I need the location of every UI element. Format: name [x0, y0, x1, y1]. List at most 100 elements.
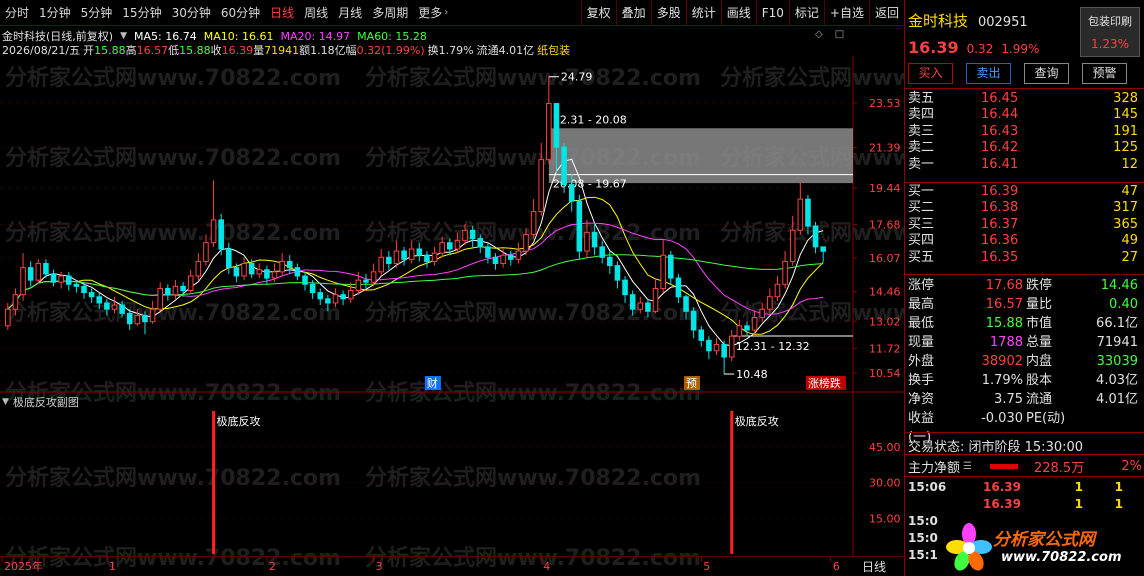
- candle[interactable]: [431, 246, 438, 266]
- candle[interactable]: [576, 194, 583, 260]
- candle[interactable]: [226, 242, 232, 274]
- candle[interactable]: [812, 221, 819, 254]
- period-tab[interactable]: 5分钟: [76, 0, 118, 26]
- candle[interactable]: [614, 261, 621, 289]
- candle[interactable]: [744, 321, 750, 337]
- book-row[interactable]: 卖四 16.44 145: [905, 107, 1144, 123]
- candle[interactable]: [408, 240, 415, 264]
- book-row[interactable]: 买一 16.39 47: [905, 184, 1144, 200]
- candle[interactable]: [401, 246, 407, 266]
- candle[interactable]: [599, 240, 605, 264]
- candle[interactable]: [218, 213, 224, 256]
- candle[interactable]: [721, 340, 727, 375]
- candle[interactable]: [462, 224, 468, 245]
- candle[interactable]: [50, 269, 57, 287]
- candle[interactable]: [637, 296, 644, 314]
- candle[interactable]: [104, 298, 110, 316]
- alert-button[interactable]: 预警: [1082, 63, 1127, 84]
- toolbar-button[interactable]: 画线: [720, 0, 756, 26]
- candle[interactable]: [439, 236, 445, 258]
- candle[interactable]: [485, 242, 491, 264]
- candle[interactable]: [492, 253, 499, 270]
- toolbar-button[interactable]: F10: [755, 0, 789, 26]
- candle[interactable]: [65, 271, 72, 291]
- list-icon[interactable]: ☰: [963, 461, 972, 472]
- book-row[interactable]: 买三 16.37 365: [905, 217, 1144, 233]
- candle[interactable]: [591, 224, 598, 256]
- event-flag[interactable]: 涨榜跌: [805, 376, 846, 390]
- signal-bar[interactable]: [730, 411, 734, 554]
- candle[interactable]: [363, 273, 369, 289]
- candle[interactable]: [767, 288, 773, 314]
- toolbar-button[interactable]: 多股: [650, 0, 686, 26]
- candle[interactable]: [538, 143, 545, 216]
- candle[interactable]: [157, 282, 164, 312]
- book-row[interactable]: 卖三 16.43 191: [905, 124, 1144, 140]
- candle[interactable]: [675, 273, 682, 303]
- maximize-icon[interactable]: □: [835, 29, 844, 40]
- candle[interactable]: [20, 253, 26, 301]
- candle[interactable]: [690, 307, 697, 339]
- period-tab[interactable]: 周线: [299, 0, 333, 26]
- candle[interactable]: [797, 182, 804, 235]
- candle[interactable]: [820, 246, 826, 262]
- candle[interactable]: [424, 251, 430, 268]
- candle[interactable]: [142, 311, 148, 335]
- toolbar-button[interactable]: 标记: [788, 0, 824, 26]
- candle[interactable]: [340, 290, 346, 306]
- candle[interactable]: [507, 251, 514, 266]
- candle[interactable]: [187, 269, 194, 293]
- candle[interactable]: [111, 296, 118, 314]
- candle[interactable]: [35, 259, 42, 285]
- candle[interactable]: [667, 251, 674, 285]
- candle[interactable]: [645, 298, 651, 318]
- period-tab[interactable]: 更多: [413, 0, 447, 26]
- sector-box[interactable]: 包装印刷 1.23%: [1080, 7, 1140, 57]
- buy-button[interactable]: 买入: [908, 63, 953, 84]
- chevron-right-icon[interactable]: ›: [444, 7, 448, 18]
- candle[interactable]: [88, 288, 95, 303]
- candle[interactable]: [378, 248, 384, 276]
- candle[interactable]: [660, 238, 666, 293]
- candle[interactable]: [652, 278, 659, 314]
- book-row[interactable]: 卖一 16.41 12: [905, 157, 1144, 173]
- candle[interactable]: [386, 251, 392, 270]
- candle[interactable]: [728, 329, 735, 362]
- period-tab[interactable]: 15分钟: [117, 0, 166, 26]
- period-tab[interactable]: 日线: [265, 0, 299, 26]
- chevron-down-icon[interactable]: ▼: [120, 31, 127, 41]
- candle[interactable]: [256, 263, 263, 279]
- candle[interactable]: [523, 228, 529, 256]
- candle[interactable]: [683, 294, 689, 320]
- candle[interactable]: [469, 226, 476, 247]
- candle[interactable]: [294, 263, 301, 281]
- candle[interactable]: [805, 194, 811, 235]
- candle[interactable]: [774, 275, 781, 301]
- candle[interactable]: [515, 242, 522, 264]
- candle[interactable]: [713, 338, 720, 355]
- candle[interactable]: [347, 282, 354, 303]
- period-tab[interactable]: 分时: [0, 0, 34, 26]
- candle[interactable]: [546, 76, 552, 164]
- sell-button[interactable]: 卖出: [966, 63, 1011, 84]
- toolbar-button[interactable]: +自选: [823, 0, 869, 26]
- candle[interactable]: [126, 309, 133, 330]
- candle[interactable]: [96, 292, 103, 310]
- signal-bar[interactable]: [212, 411, 216, 554]
- event-flag[interactable]: 财: [424, 376, 441, 390]
- candle[interactable]: [332, 288, 339, 308]
- book-row[interactable]: 卖五 16.45 328: [905, 91, 1144, 107]
- book-row[interactable]: 买四 16.36 49: [905, 233, 1144, 249]
- book-row[interactable]: 买五 16.35 27: [905, 250, 1144, 266]
- toolbar-button[interactable]: 返回: [868, 0, 904, 26]
- candle[interactable]: [27, 261, 34, 287]
- toolbar-button[interactable]: 复权: [580, 0, 616, 26]
- candle[interactable]: [172, 280, 179, 299]
- candle[interactable]: [302, 271, 308, 291]
- diamond-icon[interactable]: ◇: [815, 29, 823, 40]
- candle[interactable]: [736, 319, 743, 341]
- candle[interactable]: [584, 219, 590, 258]
- query-button[interactable]: 查询: [1024, 63, 1069, 84]
- candle[interactable]: [416, 242, 423, 262]
- candle[interactable]: [279, 253, 285, 276]
